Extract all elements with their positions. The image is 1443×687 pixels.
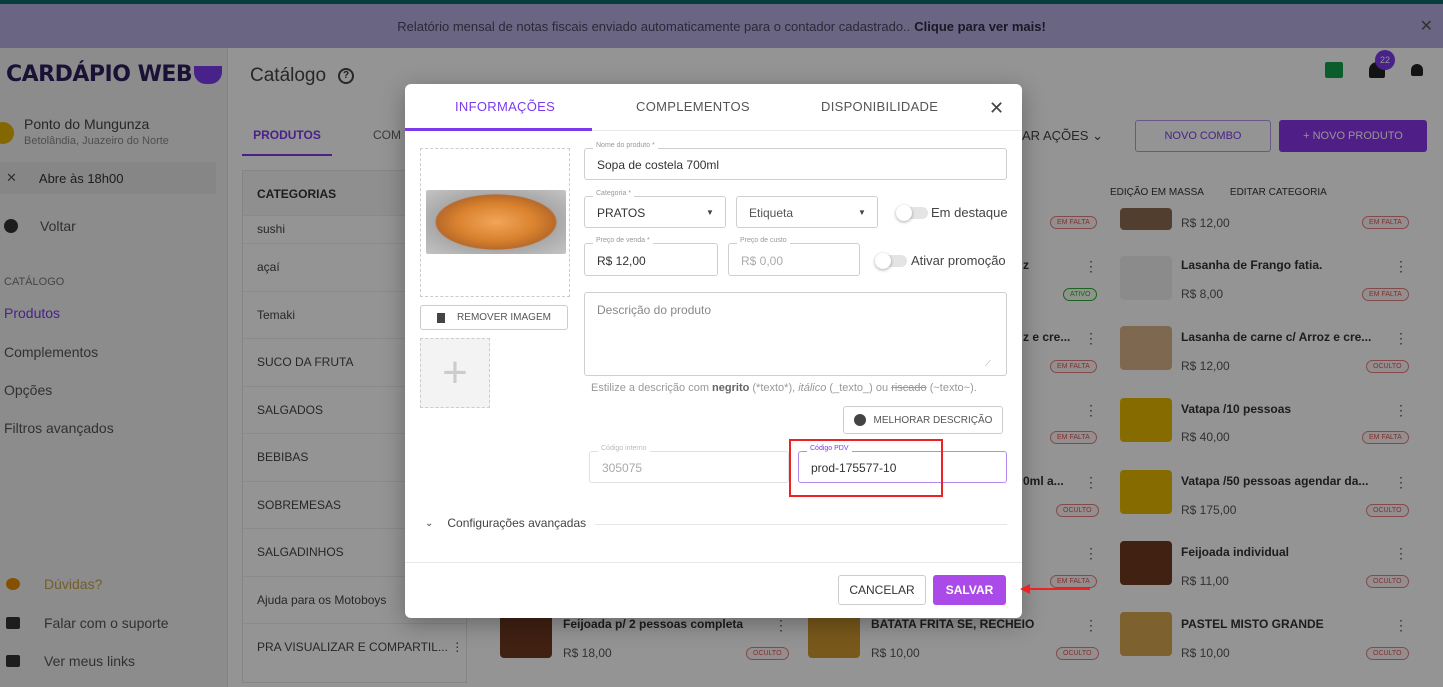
advanced-settings-toggle[interactable]: ⌄ Configurações avançadas (425, 516, 586, 530)
chevron-down-icon: ⌄ (425, 517, 434, 529)
modal-tabs: INFORMAÇÕES COMPLEMENTOS DISPONIBILIDADE… (405, 84, 1022, 131)
description-hint: Estilize a descrição com negrito (*texto… (591, 382, 977, 394)
tab-complementos[interactable]: COMPLEMENTOS (636, 99, 750, 114)
chevron-down-icon: ▼ (706, 208, 714, 217)
cost-price-field[interactable]: Preço de custo R$ 0,00 (728, 237, 860, 276)
chevron-down-icon: ▼ (858, 208, 866, 217)
cost-price-label: Preço de custo (737, 237, 790, 244)
annotation-highlight-box (789, 439, 943, 497)
product-name-label: Nome do produto * (593, 142, 658, 149)
featured-label: Em destaque (931, 205, 1008, 220)
tab-disponibilidade[interactable]: DISPONIBILIDADE (821, 99, 938, 114)
description-placeholder: Descrição do produto (597, 303, 712, 317)
plus-icon: + (442, 348, 468, 397)
annotation-arrow-icon (1020, 584, 1090, 594)
toggle-knob (896, 205, 912, 221)
promotion-toggle[interactable] (875, 253, 907, 269)
add-image-button[interactable]: + (420, 338, 490, 408)
promotion-label: Ativar promoção (911, 253, 1006, 268)
resize-handle-icon[interactable]: ⟋ (985, 359, 991, 369)
hint-italic: itálico (798, 382, 827, 394)
hint-after-bold: (*texto*), (749, 382, 799, 394)
cancel-button[interactable]: CANCELAR (838, 575, 926, 605)
remove-image-label: REMOVER IMAGEM (457, 312, 551, 323)
product-name-field[interactable]: Nome do produto * Sopa de costela 700ml (584, 142, 1007, 180)
tab-informacoes[interactable]: INFORMAÇÕES (455, 99, 555, 114)
hint-prefix: Estilize a descrição com (591, 382, 713, 394)
internal-code-field: Código interno 305075 (589, 445, 789, 483)
sparkle-icon (853, 414, 866, 426)
hint-bold: negrito (712, 382, 750, 394)
product-edit-modal: INFORMAÇÕES COMPLEMENTOS DISPONIBILIDADE… (405, 84, 1022, 618)
close-icon[interactable]: ✕ (989, 98, 1004, 119)
tag-select[interactable]: Etiqueta ▼ (736, 196, 878, 228)
product-name-value: Sopa de costela 700ml (597, 158, 720, 172)
hint-after-italic: (_texto_) ou (826, 382, 892, 394)
hint-strike: riscado (891, 382, 927, 394)
toggle-knob (875, 253, 891, 269)
trash-icon (437, 312, 446, 323)
improve-description-button[interactable]: MELHORAR DESCRIÇÃO (843, 406, 1003, 434)
internal-code-label: Código interno (598, 445, 650, 452)
cost-price-value: R$ 0,00 (741, 254, 784, 268)
internal-code-value: 305075 (602, 461, 643, 475)
modal-footer-divider (405, 562, 1022, 563)
save-button[interactable]: SALVAR (933, 575, 1006, 605)
advanced-settings-label: Configurações avançadas (447, 516, 587, 530)
category-value: PRATOS (597, 206, 646, 220)
category-label: Categoria * (593, 190, 635, 197)
improve-description-label: MELHORAR DESCRIÇÃO (873, 414, 993, 426)
product-photo (426, 190, 566, 254)
save-label: SALVAR (945, 583, 994, 597)
category-select[interactable]: Categoria * PRATOS ▼ (584, 190, 726, 228)
cancel-label: CANCELAR (849, 583, 915, 597)
sale-price-label: Preço de venda * (593, 237, 653, 244)
tag-placeholder: Etiqueta (749, 206, 794, 220)
remove-image-button[interactable]: REMOVER IMAGEM (420, 305, 568, 330)
product-image-box[interactable] (420, 148, 570, 297)
sale-price-field[interactable]: Preço de venda * R$ 12,00 (584, 237, 718, 276)
hint-after-strike: (~texto~). (926, 382, 977, 394)
sale-price-value: R$ 12,00 (597, 254, 646, 268)
description-textarea[interactable]: Descrição do produto ⟋ (584, 292, 1007, 376)
divider (595, 524, 1007, 525)
active-tab-indicator (405, 128, 592, 131)
featured-toggle[interactable] (896, 205, 928, 221)
